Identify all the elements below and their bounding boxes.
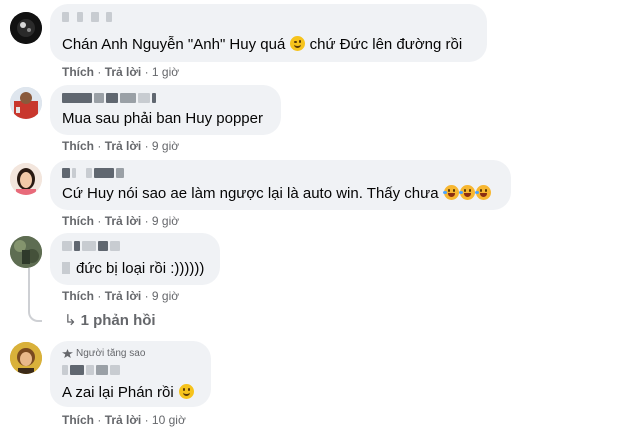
avatar-image	[10, 342, 42, 374]
grinning-face-emoji	[178, 384, 194, 399]
avatar[interactable]	[10, 236, 42, 268]
comment-bubble: Chán Anh Nguyễn "Anh" Huy quá chứ Đức lê…	[50, 4, 487, 62]
avatar-image	[10, 163, 42, 195]
avatar-image	[10, 12, 42, 44]
avatar[interactable]	[10, 87, 42, 119]
reply-arrow-icon: ↳	[64, 312, 77, 329]
reply-link[interactable]: Trả lời	[105, 289, 142, 303]
avatar-image	[10, 236, 42, 268]
comment-text: A zai lại Phán rồi	[62, 383, 194, 402]
commenter-name-redacted[interactable]	[62, 92, 156, 104]
timestamp[interactable]: 9 giờ	[152, 289, 179, 303]
avatar-image	[10, 87, 42, 119]
timestamp[interactable]: 9 giờ	[152, 139, 179, 153]
comment-actions: Thích · Trả lời · 1 giờ	[62, 65, 180, 79]
rolling-on-floor-laughing-emoji	[458, 185, 475, 200]
comment-bubble: Cứ Huy nói sao ae làm ngược lại là auto …	[50, 160, 511, 210]
comment-actions: Thích · Trả lời · 9 giờ	[62, 214, 180, 228]
comment-text: đức bị loại rồi :))))))	[62, 259, 204, 278]
comment-bubble: Người tăng sao A zai lại Phán rồi	[50, 341, 211, 407]
like-link[interactable]: Thích	[62, 139, 94, 153]
top-fan-badge: Người tăng sao	[62, 348, 145, 359]
commenter-name-redacted[interactable]	[62, 167, 124, 179]
redaction-mark	[62, 262, 70, 274]
timestamp[interactable]: 1 giờ	[152, 65, 179, 79]
avatar[interactable]	[10, 163, 42, 195]
reply-link[interactable]: Trả lời	[105, 139, 142, 153]
commenter-name-redacted[interactable]	[62, 11, 112, 23]
reply-link[interactable]: Trả lời	[105, 65, 142, 79]
comment-actions: Thích · Trả lời · 9 giờ	[62, 139, 180, 153]
comment-bubble: Mua sau phải ban Huy popper	[50, 85, 281, 135]
like-link[interactable]: Thích	[62, 65, 94, 79]
reply-thread-line	[28, 268, 42, 322]
winking-face-emoji	[290, 36, 306, 51]
comment-text: Mua sau phải ban Huy popper	[62, 110, 263, 127]
avatar[interactable]	[10, 12, 42, 44]
avatar[interactable]	[10, 342, 42, 374]
comment-text: Chán Anh Nguyễn "Anh" Huy quá chứ Đức lê…	[62, 36, 463, 53]
commenter-name-redacted[interactable]	[62, 364, 120, 376]
timestamp[interactable]: 9 giờ	[152, 214, 179, 228]
commenter-name-redacted[interactable]	[62, 240, 120, 252]
comment-text: Cứ Huy nói sao ae làm ngược lại là auto …	[62, 184, 491, 203]
comment-bubble: đức bị loại rồi :))))))	[50, 233, 220, 285]
rolling-on-floor-laughing-emoji	[474, 185, 491, 200]
reply-link[interactable]: Trả lời	[105, 214, 142, 228]
view-replies-button[interactable]: ↳ 1 phản hồi	[64, 311, 156, 329]
rolling-on-floor-laughing-emoji	[442, 185, 459, 200]
like-link[interactable]: Thích	[62, 214, 94, 228]
comment-actions: Thích · Trả lời · 9 giờ	[62, 289, 180, 303]
star-icon	[62, 349, 73, 358]
like-link[interactable]: Thích	[62, 289, 94, 303]
